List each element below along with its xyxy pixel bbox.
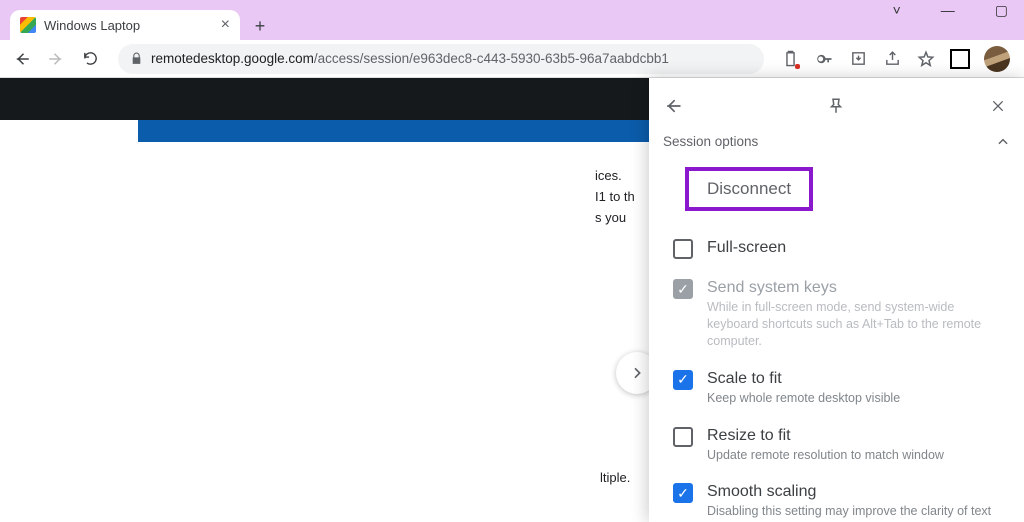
tabbar: Windows Laptop × + xyxy=(0,8,1024,40)
tab-active[interactable]: Windows Laptop × xyxy=(10,10,240,40)
forward-button[interactable] xyxy=(42,45,70,73)
new-tab-button[interactable]: + xyxy=(246,12,274,40)
arrow-left-icon xyxy=(13,50,31,68)
toolbar-right-icons xyxy=(774,46,1016,72)
window-maximize-button[interactable]: ▢ xyxy=(987,2,1016,19)
option-title: Smooth scaling xyxy=(707,483,1006,501)
checkbox-fullscreen[interactable] xyxy=(673,239,693,259)
option-description: Update remote resolution to match window xyxy=(707,447,1006,464)
tab-title: Windows Laptop xyxy=(44,18,140,33)
reload-button[interactable] xyxy=(76,45,104,73)
option-title: Resize to fit xyxy=(707,427,1006,445)
remote-text-fragment-2: ltiple. xyxy=(600,470,630,485)
session-options-header[interactable]: Session options xyxy=(663,134,1010,149)
option-description: While in full-screen mode, send system-w… xyxy=(707,299,1006,350)
checkbox-resize-to-fit[interactable] xyxy=(673,427,693,447)
panel-close-button[interactable] xyxy=(990,98,1010,114)
window-controls: ˅ — ▢ xyxy=(885,2,1016,19)
option-title: Full-screen xyxy=(707,239,1006,257)
install-icon[interactable] xyxy=(848,49,868,69)
checkbox-send-system-keys: ✓ xyxy=(673,279,693,299)
option-fullscreen[interactable]: Full-screen xyxy=(663,229,1010,269)
option-scale-to-fit[interactable]: ✓ Scale to fit Keep whole remote desktop… xyxy=(663,360,1010,417)
option-description: Disabling this setting may improve the c… xyxy=(707,503,1006,522)
tab-close-icon[interactable]: × xyxy=(221,16,230,34)
extensions-icon[interactable] xyxy=(950,49,970,69)
lock-icon xyxy=(130,52,143,65)
pin-button[interactable] xyxy=(827,97,847,115)
option-smooth-scaling[interactable]: ✓ Smooth scaling Disabling this setting … xyxy=(663,473,1010,522)
url-text: remotedesktop.google.com/access/session/… xyxy=(151,51,669,66)
browser-toolbar: remotedesktop.google.com/access/session/… xyxy=(0,40,1024,78)
panel-back-button[interactable] xyxy=(663,96,683,116)
reload-icon xyxy=(82,50,99,67)
key-icon[interactable] xyxy=(814,49,834,69)
pin-icon xyxy=(827,97,845,115)
checkbox-scale-to-fit[interactable]: ✓ xyxy=(673,370,693,390)
tab-favicon-icon xyxy=(20,17,36,33)
window-chevron-icon[interactable]: ˅ xyxy=(885,2,909,19)
clipboard-icon[interactable] xyxy=(780,49,800,69)
back-button[interactable] xyxy=(8,45,36,73)
chevron-right-icon xyxy=(629,365,645,381)
remote-text-fragment: ices. I1 to th s you xyxy=(595,166,635,228)
option-title: Scale to fit xyxy=(707,370,1006,388)
session-options-label: Session options xyxy=(663,134,758,149)
star-icon[interactable] xyxy=(916,49,936,69)
option-title: Send system keys xyxy=(707,279,1006,297)
window-minimize-button[interactable]: — xyxy=(933,2,963,19)
profile-avatar[interactable] xyxy=(984,46,1010,72)
chevron-up-icon xyxy=(996,135,1010,149)
omnibox[interactable]: remotedesktop.google.com/access/session/… xyxy=(118,44,764,74)
option-send-system-keys: ✓ Send system keys While in full-screen … xyxy=(663,269,1010,360)
page-content: ices. I1 to th s you ltiple. Session opt… xyxy=(0,78,1024,522)
arrow-left-icon xyxy=(663,96,683,116)
share-icon[interactable] xyxy=(882,49,902,69)
option-description: Keep whole remote desktop visible xyxy=(707,390,1006,407)
checkbox-smooth-scaling[interactable]: ✓ xyxy=(673,483,693,503)
arrow-right-icon xyxy=(47,50,65,68)
session-options-panel: Session options Disconnect Full-screen ✓… xyxy=(649,78,1024,522)
close-icon xyxy=(990,98,1006,114)
option-resize-to-fit[interactable]: Resize to fit Update remote resolution t… xyxy=(663,417,1010,474)
disconnect-button[interactable]: Disconnect xyxy=(685,167,813,211)
